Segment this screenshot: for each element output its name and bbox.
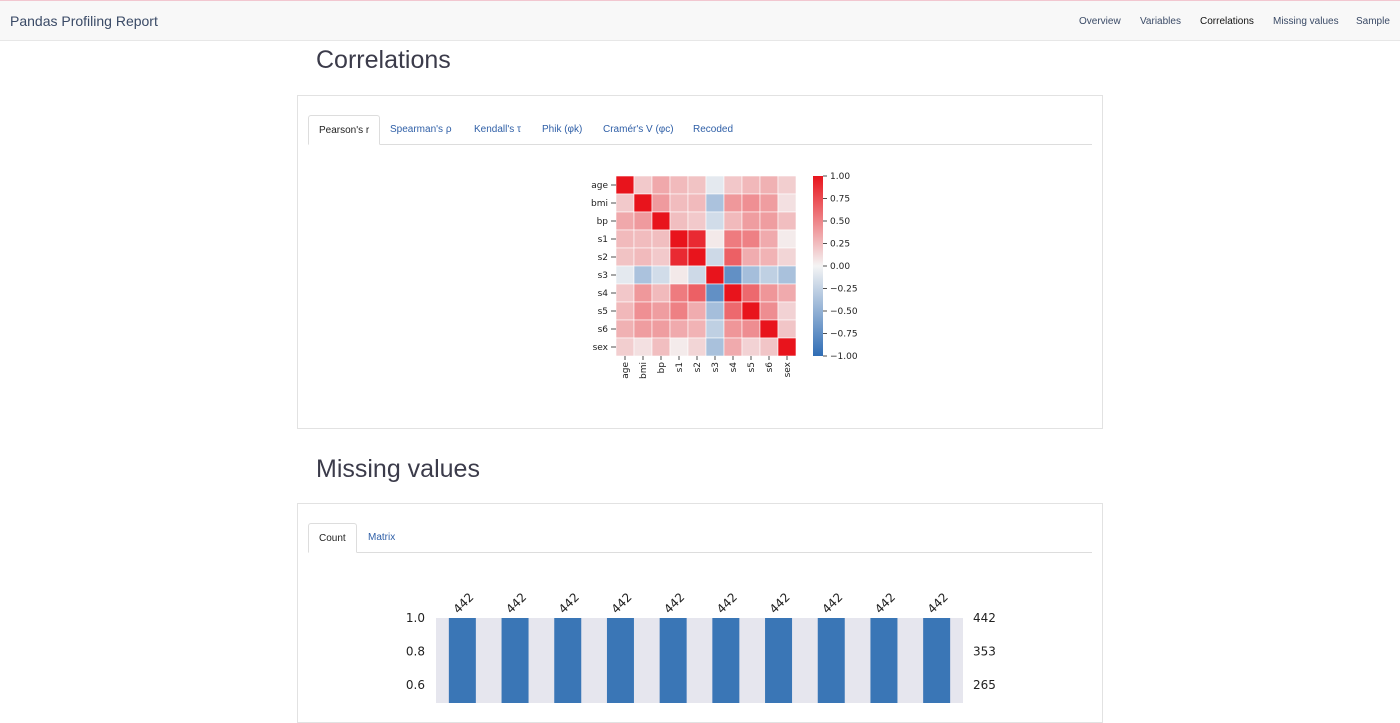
missing-values-tabs: Count Matrix (308, 523, 1092, 553)
missing-values-panel: Count Matrix (297, 503, 1103, 723)
tab-cramers-v[interactable]: Cramér's V (φc) (593, 115, 684, 144)
nav-item-variables[interactable]: Variables (1140, 16, 1181, 27)
tab-phik[interactable]: Phik (φk) (532, 115, 592, 144)
missing-values-heading: Missing values (316, 455, 480, 483)
nav-item-overview[interactable]: Overview (1079, 16, 1121, 27)
correlations-heading: Correlations (316, 46, 451, 74)
nav-item-missing-values[interactable]: Missing values (1273, 16, 1339, 27)
nav-item-sample[interactable]: Sample (1356, 16, 1390, 27)
tab-kendall[interactable]: Kendall's τ (464, 115, 531, 144)
correlations-panel: Pearson's r Spearman's ρ Kendall's τ Phi… (297, 95, 1103, 429)
tab-matrix[interactable]: Matrix (358, 523, 405, 552)
tab-recoded[interactable]: Recoded (683, 115, 743, 144)
correlations-tabs: Pearson's r Spearman's ρ Kendall's τ Phi… (308, 115, 1092, 145)
tab-spearman[interactable]: Spearman's ρ (380, 115, 462, 144)
tab-pearson[interactable]: Pearson's r (308, 115, 381, 145)
tab-count[interactable]: Count (308, 523, 357, 553)
nav-item-correlations[interactable]: Correlations (1200, 16, 1254, 27)
top-navbar: Pandas Profiling Report Overview Variabl… (0, 0, 1400, 41)
brand-link[interactable]: Pandas Profiling Report (10, 13, 158, 29)
